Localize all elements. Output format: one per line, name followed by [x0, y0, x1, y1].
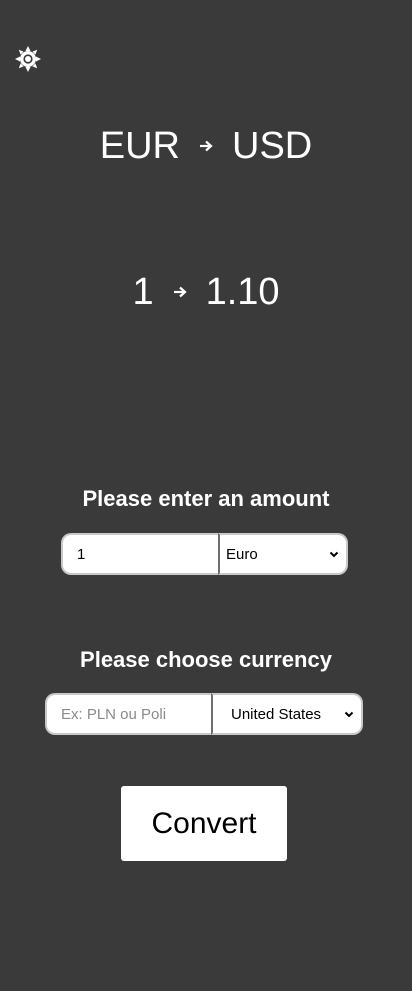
- target-country-select[interactable]: United States: [211, 693, 363, 735]
- from-amount: 1: [132, 271, 154, 313]
- currency-search-input[interactable]: [45, 693, 211, 735]
- currency-input-group: United States: [45, 693, 363, 735]
- converted-amount: 1.10: [205, 271, 280, 313]
- arrow-right-icon: [198, 138, 214, 154]
- chevron-down-icon: [343, 708, 355, 720]
- amount-input[interactable]: [61, 533, 218, 575]
- target-country-selected: United States: [231, 705, 322, 723]
- chevron-down-icon: [328, 548, 340, 560]
- source-currency-selected: Euro: [226, 545, 258, 563]
- from-currency-code: EUR: [99, 125, 180, 167]
- currency-label: Please choose currency: [80, 647, 332, 672]
- rate-display: 1 1.10: [0, 273, 412, 311]
- amount-input-group: Euro: [61, 533, 348, 575]
- to-currency-code: USD: [232, 125, 313, 167]
- amount-label: Please enter an amount: [82, 486, 330, 511]
- convert-button[interactable]: Convert: [121, 786, 287, 861]
- sun-icon: [14, 45, 42, 73]
- theme-toggle-button[interactable]: [14, 45, 42, 73]
- source-currency-select[interactable]: Euro: [218, 533, 348, 575]
- conversion-pair-header: EUR USD: [0, 127, 412, 165]
- arrow-right-icon: [172, 284, 188, 300]
